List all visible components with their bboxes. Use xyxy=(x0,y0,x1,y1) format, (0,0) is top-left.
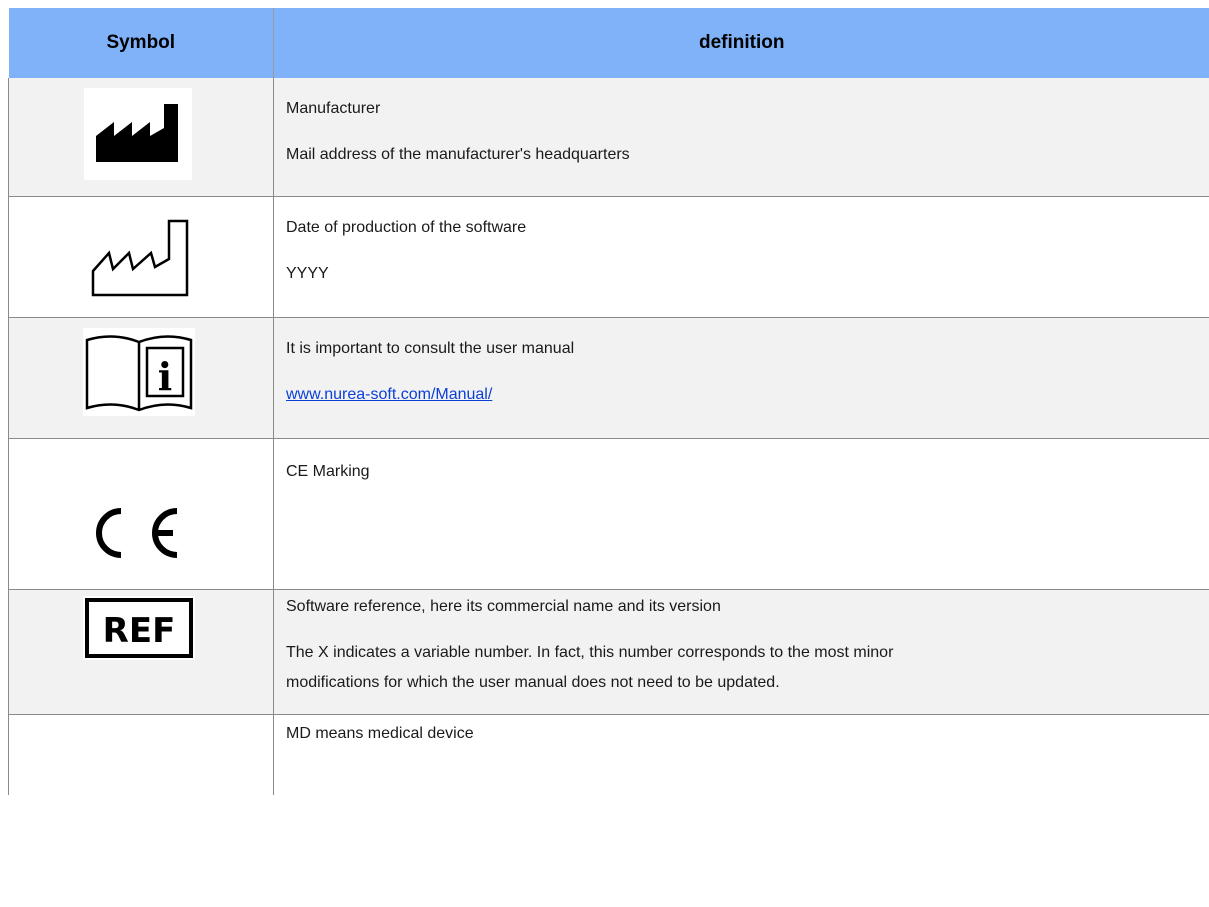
ce-marking-icon xyxy=(81,503,203,563)
definition-cell: It is important to consult the user manu… xyxy=(273,317,1209,439)
definition-title: CE Marking xyxy=(286,463,370,480)
consult-manual-icon: i xyxy=(83,328,195,416)
table-row: i It is important to consult the user ma… xyxy=(8,317,1209,439)
definition-title: Software reference, here its commercial … xyxy=(286,598,721,615)
symbol-cell xyxy=(8,438,274,590)
svg-text:REF: REF xyxy=(103,611,176,651)
definition-cell: Date of production of the software YYYY xyxy=(273,196,1209,318)
symbol-cell xyxy=(8,714,274,795)
manual-link[interactable]: www.nurea-soft.com/Manual/ xyxy=(286,386,492,403)
definition-cell: MD means medical device xyxy=(273,714,1209,795)
header-symbol: Symbol xyxy=(8,8,274,78)
definition-cell: CE Marking xyxy=(273,438,1209,590)
table-row: Manufacturer Mail address of the manufac… xyxy=(8,78,1209,197)
definition-cell: Manufacturer Mail address of the manufac… xyxy=(273,78,1209,197)
definition-text: Mail address of the manufacturer's headq… xyxy=(286,146,630,163)
table-row: CE Marking xyxy=(8,438,1209,590)
date-of-production-icon xyxy=(81,207,199,307)
table-row: MD means medical device xyxy=(8,714,1209,795)
symbol-cell: REF xyxy=(8,589,274,715)
svg-text:i: i xyxy=(158,354,172,399)
definition-text: The X indicates a variable number. In fa… xyxy=(286,644,894,661)
symbol-cell: i xyxy=(8,317,274,439)
table-row: Date of production of the software YYYY xyxy=(8,196,1209,318)
definition-title: It is important to consult the user manu… xyxy=(286,340,575,357)
document-page: Symbol definition Manufacturer Mail addr… xyxy=(0,0,1209,907)
definition-text: modifications for which the user manual … xyxy=(286,674,780,691)
manufacturer-icon xyxy=(84,88,192,180)
definition-text: YYYY xyxy=(286,265,329,282)
header-definition: definition xyxy=(273,8,1209,78)
symbol-cell xyxy=(8,196,274,318)
definition-title: Date of production of the software xyxy=(286,219,527,236)
definition-title: MD means medical device xyxy=(286,725,474,742)
table-row: REF Software reference, here its commerc… xyxy=(8,589,1209,715)
symbols-table: Symbol definition Manufacturer Mail addr… xyxy=(8,8,1209,795)
ref-icon: REF xyxy=(83,596,195,660)
definition-title: Manufacturer xyxy=(286,100,381,117)
definition-cell: Software reference, here its commercial … xyxy=(273,589,1209,715)
symbol-cell xyxy=(8,78,274,197)
table-header-row: Symbol definition xyxy=(8,8,1209,78)
